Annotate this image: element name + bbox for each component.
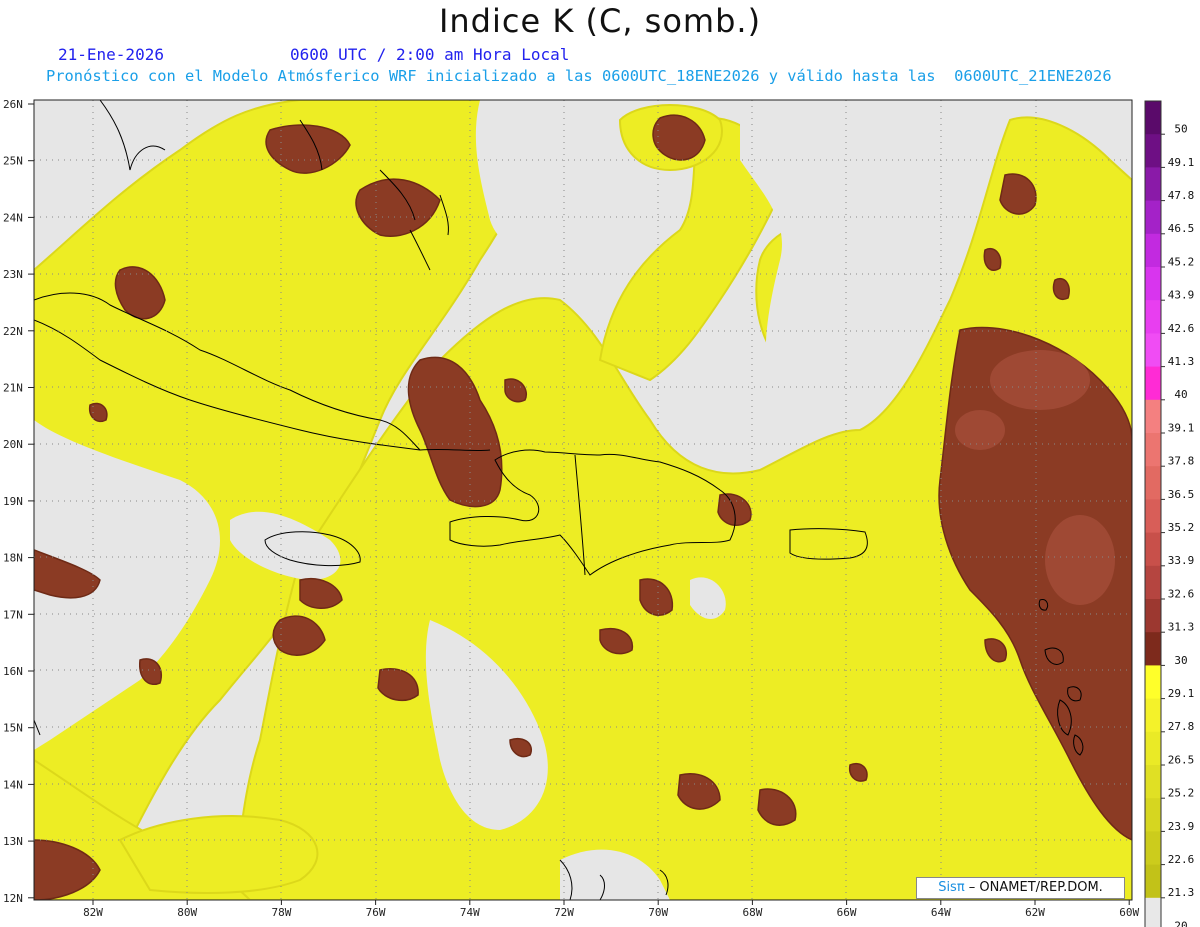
longitude-labels: 82W 80W 78W 76W 74W 72W 70W 68W 66W 64W 62W 60W — [83, 900, 1140, 919]
colorbar-swatch — [1145, 167, 1161, 202]
colorbar-swatch — [1145, 831, 1161, 866]
colorbar-swatch — [1145, 399, 1161, 434]
colorbar-label: 41.3 — [1168, 355, 1195, 368]
colorbar-label: 49.1 — [1168, 156, 1195, 169]
colorbar-swatch — [1145, 897, 1161, 927]
map-title: Indice K (C, somb.) — [438, 2, 762, 40]
colorbar-swatch — [1145, 267, 1161, 301]
lat-tick-label: 23N — [3, 268, 23, 281]
lat-tick-label: 22N — [3, 325, 23, 338]
date-label: 21-Ene-2026 — [58, 45, 164, 64]
colorbar-swatch — [1145, 565, 1161, 600]
time-label: 0600 UTC / 2:00 am Hora Local — [290, 45, 570, 64]
colorbar-swatch — [1145, 300, 1161, 334]
colorbar-swatch — [1145, 798, 1161, 832]
brown-small-2 — [1052, 278, 1070, 300]
colorbar-swatch — [1145, 665, 1161, 700]
colorbar-label: 42.6 — [1168, 322, 1195, 335]
colorbar-swatch — [1145, 698, 1161, 733]
lat-tick-label: 20N — [3, 438, 23, 451]
lat-tick-label: 21N — [3, 382, 23, 395]
colorbar-swatch — [1145, 134, 1161, 168]
colorbar-label: 32.6 — [1168, 587, 1195, 600]
lat-tick-label: 13N — [3, 835, 23, 848]
colorbar-swatch — [1145, 466, 1161, 500]
colorbar-swatch — [1145, 333, 1161, 368]
colorbar-label: 22.6 — [1168, 853, 1195, 866]
lon-tick-label: 70W — [648, 906, 668, 919]
lon-tick-label: 78W — [271, 906, 291, 919]
colorbar-label: 50 — [1174, 123, 1187, 136]
k-index-map: 26N 25N 24N 23N 22N 21N 20N 19N 18N 17N 16N 15N 14N 1… — [3, 98, 1195, 927]
lat-tick-label: 17N — [3, 608, 23, 621]
colorbar-swatch — [1145, 765, 1161, 799]
colorbar-swatch — [1145, 731, 1161, 766]
colorbar-swatch — [1145, 233, 1161, 268]
colorbar-label: 43.9 — [1168, 289, 1195, 302]
colorbar-swatch — [1145, 532, 1161, 567]
colorbar-label: 36.5 — [1168, 488, 1195, 501]
colorbar-swatch — [1145, 200, 1161, 235]
credit-box: Sisπ – ONAMET/REP.DOM. — [916, 877, 1125, 899]
lon-tick-label: 68W — [742, 906, 762, 919]
credit-text: – ONAMET/REP.DOM. — [964, 880, 1103, 895]
lat-tick-label: 14N — [3, 778, 23, 791]
lat-tick-label: 16N — [3, 665, 23, 678]
yellow-region-s — [118, 815, 319, 894]
lat-tick-label: 24N — [3, 211, 23, 224]
colorbar: 50 49.1 47.8 46.5 45.2 43.9 42.6 41.3 40 39.1 37.8… — [1144, 100, 1195, 927]
colorbar-swatch — [1145, 366, 1161, 401]
colorbar-swatch — [1145, 632, 1161, 666]
lat-tick-label: 18N — [3, 552, 23, 565]
colorbar-label: 39.1 — [1168, 421, 1195, 434]
colorbar-swatch — [1145, 499, 1161, 534]
lat-tick-label: 26N — [3, 98, 23, 111]
colorbar-label: 29.1 — [1168, 687, 1195, 700]
colorbar-label: 20 — [1174, 919, 1187, 927]
colorbar-label: 30 — [1174, 654, 1187, 667]
lon-tick-label: 60W — [1119, 906, 1139, 919]
colorbar-label: 47.8 — [1168, 189, 1195, 202]
colorbar-label: 23.9 — [1168, 820, 1195, 833]
lat-tick-label: 15N — [3, 722, 23, 735]
sispi-logo: Sisπ — [938, 880, 965, 895]
colorbar-label: 45.2 — [1168, 255, 1195, 268]
lat-tick-label: 12N — [3, 892, 23, 905]
colorbar-label: 33.9 — [1168, 554, 1195, 567]
colorbar-label: 35.2 — [1168, 521, 1195, 534]
colorbar-swatch — [1145, 864, 1161, 899]
colorbar-label: 21.3 — [1168, 886, 1195, 899]
lon-tick-label: 66W — [837, 906, 857, 919]
lon-tick-label: 82W — [83, 906, 103, 919]
colorbar-swatch — [1145, 433, 1161, 467]
colorbar-label: 37.8 — [1168, 455, 1195, 468]
lat-tick-label: 19N — [3, 495, 23, 508]
colorbar-swatch — [1145, 599, 1161, 633]
colorbar-label: 40 — [1174, 388, 1187, 401]
lon-tick-label: 74W — [460, 906, 480, 919]
lon-tick-label: 72W — [554, 906, 574, 919]
model-info-label: Pronóstico con el Modelo Atmósferico WRF… — [46, 67, 1112, 85]
colorbar-label: 46.5 — [1168, 222, 1195, 235]
lon-tick-label: 62W — [1025, 906, 1045, 919]
colorbar-label: 26.5 — [1168, 753, 1195, 766]
colorbar-label: 31.3 — [1168, 621, 1195, 634]
colorbar-label: 25.2 — [1168, 787, 1195, 800]
lon-tick-label: 76W — [366, 906, 386, 919]
colorbar-label: 27.8 — [1168, 720, 1195, 733]
lon-tick-label: 64W — [931, 906, 951, 919]
lat-tick-label: 25N — [3, 155, 23, 168]
latitude-labels: 26N 25N 24N 23N 22N 21N 20N 19N 18N 17N 16N 15N 14N 1… — [3, 98, 34, 905]
lon-tick-label: 80W — [177, 906, 197, 919]
colorbar-swatch — [1145, 101, 1161, 135]
